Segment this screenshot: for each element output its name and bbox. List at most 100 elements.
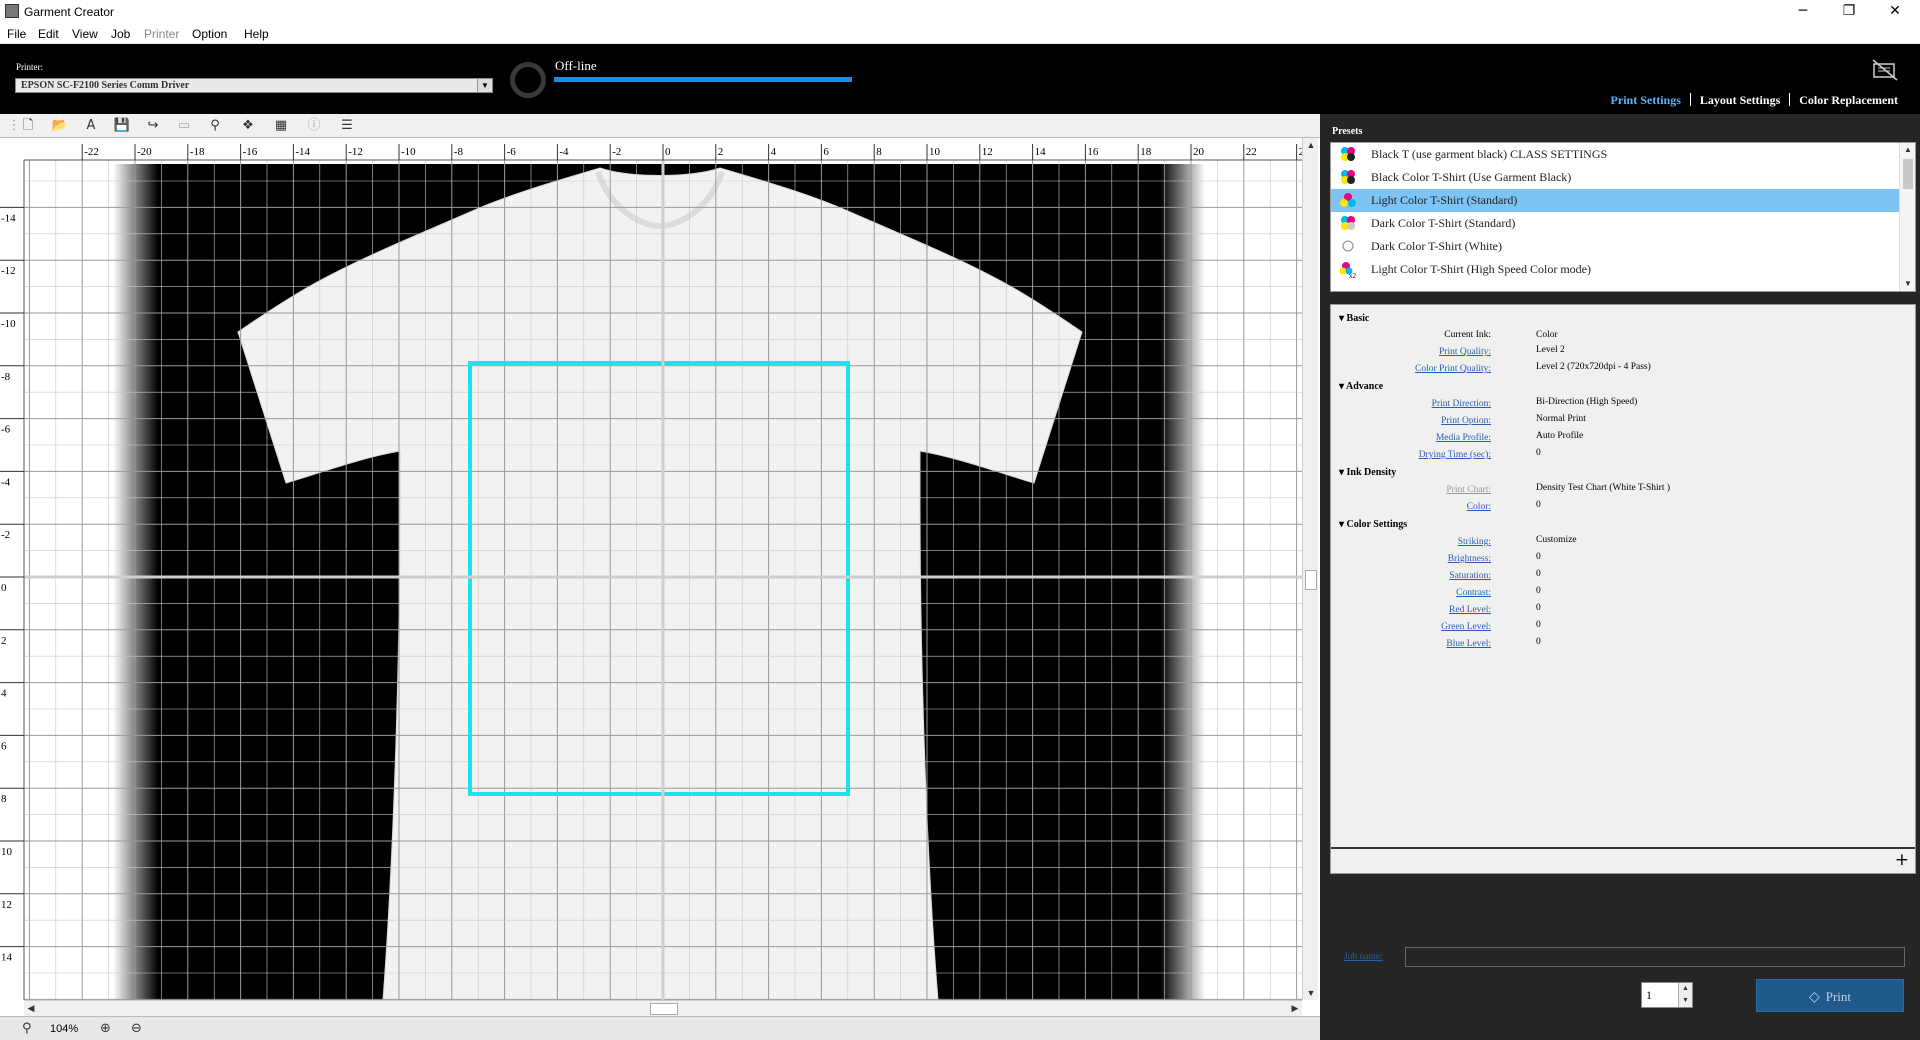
drying-time-label[interactable]: Drying Time (sec): [1419, 450, 1491, 460]
menu-help[interactable]: Help [244, 27, 269, 41]
info-icon[interactable]: ⓘ [304, 117, 324, 135]
menu-view[interactable]: View [72, 27, 98, 41]
section-advance[interactable]: ▾ Advance [1339, 381, 1383, 392]
print-button[interactable]: ◇ Print [1756, 979, 1904, 1012]
scroll-up-icon[interactable]: ▲ [1303, 138, 1319, 152]
tab-print-settings[interactable]: Print Settings [1611, 93, 1681, 108]
print-quality-label[interactable]: Print Quality: [1439, 347, 1491, 357]
ruler-x-label: -20 [137, 146, 152, 158]
printer-select[interactable]: EPSON SC-F2100 Series Comm Driver ▼ [15, 78, 493, 93]
tab-color-replacement[interactable]: Color Replacement [1799, 93, 1898, 108]
menu-job[interactable]: Job [111, 27, 130, 41]
minimize-button[interactable]: ─ [1780, 0, 1826, 24]
vertical-scrollbar[interactable]: ▲ ▼ [1302, 138, 1318, 1000]
current-ink-label: Current Ink: [1444, 330, 1491, 340]
drying-time-value[interactable]: 0 [1536, 448, 1541, 458]
new-icon[interactable]: 🗋 [18, 117, 38, 135]
media-profile-label[interactable]: Media Profile: [1436, 433, 1491, 443]
save-icon[interactable]: 💾 [112, 117, 132, 135]
list-icon[interactable]: ☰ [337, 117, 357, 135]
copies-stepper[interactable]: ▲ ▼ [1641, 982, 1693, 1008]
red-level-value[interactable]: 0 [1536, 603, 1541, 613]
zoom-object-icon[interactable]: ⚲ [205, 117, 225, 135]
print-chart-label[interactable]: Print Chart: [1446, 485, 1491, 495]
scroll-left-icon[interactable]: ◀ [24, 1001, 38, 1017]
striking-value[interactable]: Customize [1536, 535, 1577, 545]
section-color-settings[interactable]: ▾ Color Settings [1339, 519, 1407, 530]
zoom-in-icon[interactable]: ⊕ [100, 1021, 111, 1036]
restore-button[interactable]: ❐ [1826, 0, 1872, 24]
print-chart-value[interactable]: Density Test Chart (White T-Shirt ) [1536, 483, 1670, 493]
ink-color-label[interactable]: Color: [1467, 502, 1491, 512]
scroll-down-icon[interactable]: ▼ [1900, 277, 1915, 291]
open-icon[interactable]: 📂 [50, 117, 70, 135]
menu-edit[interactable]: Edit [38, 27, 59, 41]
network-offline-icon[interactable] [1871, 58, 1899, 82]
color-print-quality-value[interactable]: Level 2 (720x720dpi - 4 Pass) [1536, 362, 1651, 372]
section-basic[interactable]: ▾ Basic [1339, 313, 1369, 324]
section-ink-density[interactable]: ▾ Ink Density [1339, 467, 1396, 478]
frame-icon[interactable]: ▭ [174, 117, 194, 135]
menu-option[interactable]: Option [192, 27, 227, 41]
brightness-label[interactable]: Brightness: [1448, 554, 1491, 564]
preset-item-selected[interactable]: Light Color T-Shirt (Standard) [1331, 189, 1901, 212]
canvas-svg[interactable]: -22 -20 -18 -16 -14 -12 -10 -8 -6 -4 -2 0 2 4 6 8 10 12 14… [0, 138, 1302, 1000]
brightness-value[interactable]: 0 [1536, 552, 1541, 562]
presets-scroll-thumb[interactable] [1903, 159, 1913, 189]
green-level-label[interactable]: Green Level: [1441, 622, 1491, 632]
share-icon[interactable]: ↪ [143, 117, 163, 135]
preset-label: Light Color T-Shirt (Standard) [1371, 193, 1518, 207]
print-quality-value[interactable]: Level 2 [1536, 345, 1565, 355]
scroll-down-icon[interactable]: ▼ [1303, 986, 1319, 1000]
red-level-label[interactable]: Red Level: [1449, 605, 1491, 615]
saturation-label[interactable]: Saturation: [1449, 571, 1491, 581]
job-name-input[interactable] [1405, 947, 1905, 967]
print-option-value[interactable]: Normal Print [1536, 414, 1586, 424]
ink-color-value[interactable]: 0 [1536, 500, 1541, 510]
striking-label[interactable]: Striking: [1458, 537, 1491, 547]
increment-icon[interactable]: ▲ [1678, 983, 1692, 995]
contrast-label[interactable]: Contrast: [1456, 588, 1491, 598]
preset-item[interactable]: Dark Color T-Shirt (White) [1331, 235, 1901, 258]
green-level-value[interactable]: 0 [1536, 620, 1541, 630]
add-preset-button[interactable]: + [1895, 850, 1909, 870]
svg-text:x2: x2 [1349, 272, 1357, 278]
zoom-level: 104% [50, 1023, 79, 1035]
print-option-label[interactable]: Print Option: [1441, 416, 1491, 426]
scroll-right-icon[interactable]: ▶ [1288, 1001, 1302, 1017]
layout-canvas[interactable]: -22 -20 -18 -16 -14 -12 -10 -8 -6 -4 -2 0 2 4 6 8 10 12 14… [0, 138, 1320, 1016]
ruler-x-label: -12 [348, 146, 363, 158]
header: Printer: EPSON SC-F2100 Series Comm Driv… [0, 44, 1920, 114]
chevron-down-icon[interactable]: ▼ [477, 79, 492, 92]
contrast-value[interactable]: 0 [1536, 586, 1541, 596]
ruler-y-label: 12 [1, 899, 12, 911]
print-direction-label[interactable]: Print Direction: [1432, 399, 1491, 409]
add-text-icon[interactable]: A [81, 117, 101, 135]
preset-item[interactable]: Black T (use garment black) CLASS SETTIN… [1331, 143, 1901, 166]
vertical-scroll-thumb[interactable] [1305, 570, 1317, 590]
horizontal-scroll-thumb[interactable] [650, 1003, 678, 1015]
preset-item[interactable]: Black Color T-Shirt (Use Garment Black) [1331, 166, 1901, 189]
calculator-icon[interactable]: ▦ [271, 117, 291, 135]
job-name-label[interactable]: Job name: [1344, 952, 1383, 962]
layers-icon[interactable]: ❖ [238, 117, 258, 135]
color-print-quality-label[interactable]: Color Print Quality: [1415, 364, 1491, 374]
copies-input[interactable] [1642, 983, 1680, 1007]
decrement-icon[interactable]: ▼ [1678, 995, 1692, 1007]
zoom-search-icon[interactable]: ⚲ [22, 1021, 32, 1036]
preset-item[interactable]: x2 Light Color T-Shirt (High Speed Color… [1331, 258, 1901, 281]
blue-level-value[interactable]: 0 [1536, 637, 1541, 647]
preset-item[interactable]: Dark Color T-Shirt (Standard) [1331, 212, 1901, 235]
scroll-up-icon[interactable]: ▲ [1900, 143, 1915, 157]
saturation-value[interactable]: 0 [1536, 569, 1541, 579]
print-direction-value[interactable]: Bi-Direction (High Speed) [1536, 397, 1637, 407]
horizontal-scrollbar[interactable]: ◀ ▶ [24, 1000, 1302, 1016]
zoom-out-icon[interactable]: ⊖ [131, 1021, 142, 1036]
menu-printer[interactable]: Printer [144, 27, 179, 41]
close-button[interactable]: ✕ [1872, 0, 1918, 24]
media-profile-value[interactable]: Auto Profile [1536, 431, 1583, 441]
presets-scrollbar[interactable]: ▲ ▼ [1899, 143, 1915, 291]
menu-file[interactable]: File [7, 27, 26, 41]
blue-level-label[interactable]: Blue Level: [1446, 639, 1491, 649]
tab-layout-settings[interactable]: Layout Settings [1700, 93, 1780, 108]
